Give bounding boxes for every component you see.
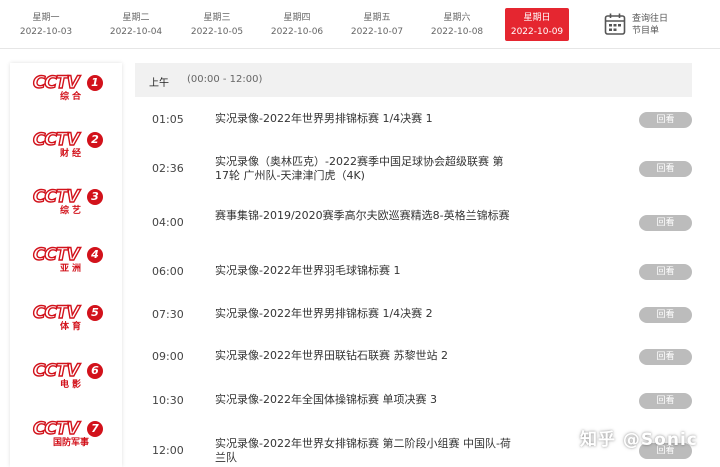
logo-number: 7 — [87, 421, 103, 437]
channel-item-cctv7[interactable]: CCTV 7 国防军事 — [10, 409, 122, 461]
program-title[interactable]: 实况录像（奥林匹克）-2022赛季中国足球协会超级联赛 第17轮 广州队-天津津… — [215, 155, 515, 183]
cctv6-logo: CCTV 6 电影 — [32, 361, 109, 391]
logo-number: 2 — [87, 132, 103, 148]
program-title[interactable]: 实况录像-2022年世界田联钻石联赛 苏黎世站 2 — [215, 349, 515, 363]
divider — [0, 48, 720, 49]
program-time: 10:30 — [152, 394, 184, 407]
logo-brand: CCTV — [32, 130, 80, 150]
program-list: 上午 (00:00 - 12:00) 01:05 实况录像-2022年世界男排锦… — [135, 63, 692, 467]
day-date: 2022-10-04 — [109, 27, 163, 37]
day-date: 2022-10-05 — [190, 27, 244, 37]
logo-brand: CCTV — [32, 73, 80, 93]
cctv3-logo: CCTV 3 综艺 — [32, 187, 109, 217]
logo-channel-name: 体育 — [59, 322, 84, 332]
channel-item-cctv3[interactable]: CCTV 3 综艺 — [10, 177, 122, 229]
calendar-icon — [604, 13, 626, 35]
day-weekday: 星期五 — [363, 13, 391, 23]
zhihu-watermark: 知乎 @Sonic — [580, 430, 698, 450]
replay-button[interactable]: 回看 — [639, 264, 692, 280]
logo-channel-name: 财经 — [59, 149, 84, 159]
date-selector: 星期一 2022-10-03 星期二 2022-10-04 星期三 2022-1… — [0, 0, 720, 48]
program-time: 04:00 — [152, 216, 184, 229]
cctv5-logo: CCTV 5 体育 — [32, 303, 109, 333]
replay-button[interactable]: 回看 — [639, 161, 692, 177]
logo-channel-name: 亚洲 — [59, 264, 84, 274]
logo-number: 3 — [87, 189, 103, 205]
past-schedule-button[interactable]: 查询往日 节目单 — [604, 10, 700, 40]
replay-button[interactable]: 回看 — [639, 349, 692, 365]
channel-item-cctv1[interactable]: CCTV 1 综合 — [10, 63, 122, 115]
day-date: 2022-10-09 — [510, 27, 564, 37]
channel-sidebar: CCTV 1 综合 CCTV 2 财经 CCTV 3 综艺 CCTV 4 亚洲 … — [10, 63, 122, 467]
logo-channel-name: 国防军事 — [52, 438, 89, 448]
program-title[interactable]: 实况录像-2022年世界男排锦标赛 1/4决赛 2 — [215, 307, 515, 321]
day-weekday: 星期一 — [32, 13, 60, 23]
program-time: 09:00 — [152, 350, 184, 363]
day-tab-wed[interactable]: 星期三 2022-10-05 — [185, 8, 249, 41]
replay-button[interactable]: 回看 — [639, 112, 692, 128]
day-date: 2022-10-03 — [19, 27, 73, 37]
replay-button[interactable]: 回看 — [639, 307, 692, 323]
day-tab-sat[interactable]: 星期六 2022-10-08 — [425, 8, 489, 41]
logo-channel-name: 电影 — [59, 380, 84, 390]
day-weekday: 星期二 — [122, 13, 150, 23]
logo-brand: CCTV — [32, 419, 80, 439]
period-name: 上午 — [149, 78, 169, 89]
program-title[interactable]: 实况录像-2022年世界女排锦标赛 第二阶段小组赛 中国队-荷兰队 — [215, 437, 515, 465]
cctv4-logo: CCTV 4 亚洲 — [32, 245, 109, 275]
channel-item-cctv4[interactable]: CCTV 4 亚洲 — [10, 235, 122, 287]
day-date: 2022-10-07 — [350, 27, 404, 37]
day-tab-sun-selected[interactable]: 星期日 2022-10-09 — [505, 8, 569, 41]
logo-number: 5 — [87, 305, 103, 321]
logo-brand: CCTV — [32, 361, 80, 381]
logo-brand: CCTV — [32, 187, 80, 207]
channel-item-cctv5[interactable]: CCTV 5 体育 — [10, 293, 122, 345]
program-time: 06:00 — [152, 265, 184, 278]
program-time: 12:00 — [152, 444, 184, 457]
day-weekday: 星期三 — [203, 13, 231, 23]
day-tab-thu[interactable]: 星期四 2022-10-06 — [265, 8, 329, 41]
program-time: 02:36 — [152, 162, 184, 175]
replay-button[interactable]: 回看 — [639, 215, 692, 231]
day-weekday: 星期四 — [283, 13, 311, 23]
replay-button[interactable]: 回看 — [639, 393, 692, 409]
day-tab-mon[interactable]: 星期一 2022-10-03 — [14, 8, 78, 41]
logo-number: 6 — [87, 363, 103, 379]
day-date: 2022-10-08 — [430, 27, 484, 37]
program-time: 01:05 — [152, 113, 184, 126]
logo-brand: CCTV — [32, 303, 80, 323]
past-schedule-label-2: 节目单 — [632, 26, 660, 36]
logo-channel-name: 综合 — [59, 92, 84, 102]
logo-number: 1 — [87, 75, 103, 91]
day-tab-tue[interactable]: 星期二 2022-10-04 — [104, 8, 168, 41]
logo-brand: CCTV — [32, 245, 80, 265]
cctv7-logo: CCTV 7 国防军事 — [32, 419, 109, 449]
cctv1-logo: CCTV 1 综合 — [32, 73, 109, 103]
past-schedule-label-1: 查询往日 — [632, 14, 669, 24]
channel-item-cctv6[interactable]: CCTV 6 电影 — [10, 351, 122, 403]
program-title[interactable]: 赛事集锦-2019/2020赛季高尔夫欧巡赛精选8-英格兰锦标赛 — [215, 209, 515, 223]
program-title[interactable]: 实况录像-2022年世界羽毛球锦标赛 1 — [215, 264, 515, 278]
logo-channel-name: 综艺 — [59, 206, 84, 216]
program-time: 07:30 — [152, 308, 184, 321]
channel-item-cctv2[interactable]: CCTV 2 财经 — [10, 120, 122, 172]
day-weekday: 星期日 — [523, 13, 551, 23]
period-range: (00:00 - 12:00) — [187, 74, 263, 85]
period-header: 上午 (00:00 - 12:00) — [135, 63, 692, 97]
day-tab-fri[interactable]: 星期五 2022-10-07 — [345, 8, 409, 41]
logo-number: 4 — [87, 247, 103, 263]
day-weekday: 星期六 — [443, 13, 471, 23]
program-title[interactable]: 实况录像-2022年全国体操锦标赛 单项决赛 3 — [215, 393, 515, 407]
program-title[interactable]: 实况录像-2022年世界男排锦标赛 1/4决赛 1 — [215, 112, 515, 126]
cctv2-logo: CCTV 2 财经 — [32, 130, 109, 160]
day-date: 2022-10-06 — [270, 27, 324, 37]
